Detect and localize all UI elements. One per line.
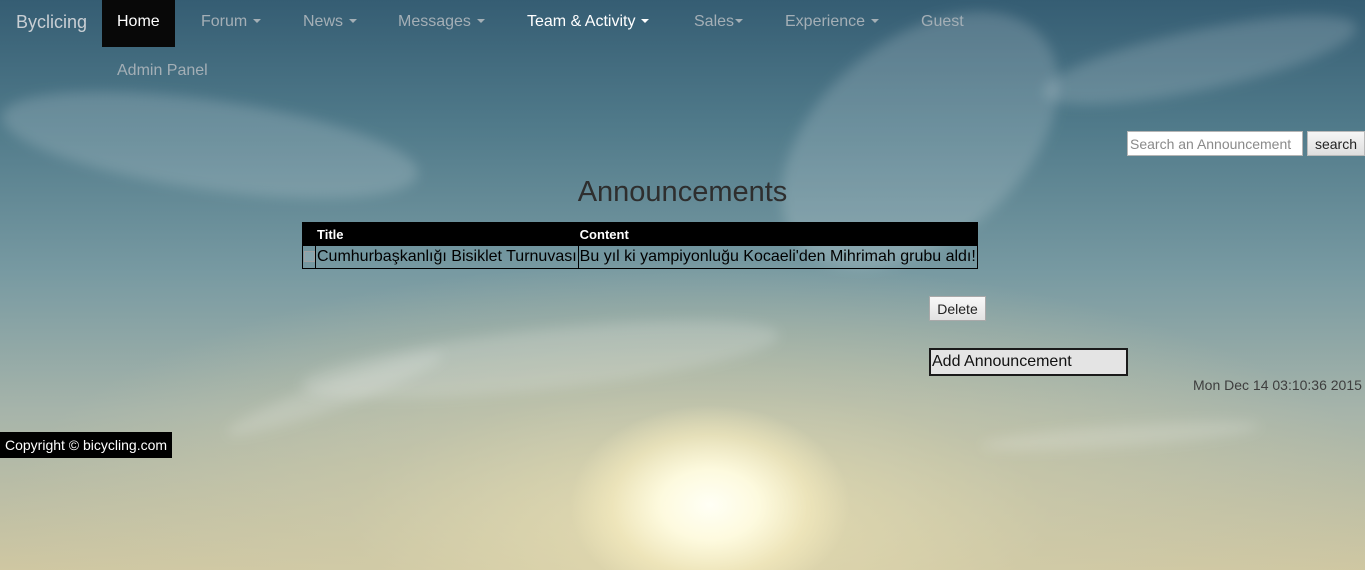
add-announcement-button[interactable]: Add Announcement: [929, 348, 1128, 376]
table-header-row: Title Content: [302, 222, 978, 246]
chevron-down-icon: [476, 18, 485, 23]
sky-cloud: [733, 0, 1107, 320]
nav-experience-label: Experience: [785, 13, 866, 30]
sky-cloud: [979, 415, 1261, 457]
nav-messages[interactable]: Messages: [398, 0, 485, 47]
nav-sales-label: Sales: [694, 13, 735, 30]
nav-experience[interactable]: Experience: [785, 0, 880, 47]
chevron-down-icon: [735, 18, 744, 23]
top-navbar: Byclicing Home Forum News Messages Team …: [0, 0, 1365, 47]
nav-forum-label: Forum: [201, 13, 248, 30]
nav-forum[interactable]: Forum: [201, 0, 262, 47]
chevron-down-icon: [349, 18, 358, 23]
chevron-down-icon: [641, 18, 650, 23]
nav-team-activity[interactable]: Team & Activity: [527, 0, 650, 47]
nav-home-label: Home: [117, 13, 160, 30]
brand-link[interactable]: Byclicing: [16, 0, 87, 47]
nav-admin-panel[interactable]: Admin Panel: [117, 62, 208, 80]
nav-home[interactable]: Home: [102, 0, 175, 47]
column-header-content: Content: [577, 222, 978, 246]
row-select-cell: [302, 245, 316, 269]
announcements-table: Title Content Cumhurbaşkanlığı Bisiklet …: [302, 222, 978, 269]
select-column-header: [302, 222, 316, 246]
timestamp: Mon Dec 14 03:10:36 2015: [1193, 377, 1362, 393]
row-content-cell: Bu yıl ki yampiyonluğu Kocaeli'den Mihri…: [577, 245, 978, 269]
nav-guest[interactable]: Guest: [921, 0, 964, 47]
sky-cloud: [298, 305, 782, 415]
row-checkbox[interactable]: [304, 251, 315, 263]
nav-sales[interactable]: Sales: [694, 0, 744, 47]
search-input[interactable]: [1127, 131, 1303, 156]
column-header-title: Title: [315, 222, 579, 246]
nav-team-activity-label: Team & Activity: [527, 13, 636, 30]
nav-messages-label: Messages: [398, 13, 471, 30]
chevron-down-icon: [253, 18, 262, 23]
chevron-down-icon: [871, 18, 880, 23]
delete-button[interactable]: Delete: [929, 296, 986, 321]
nav-news-label: News: [303, 13, 344, 30]
table-row: Cumhurbaşkanlığı Bisiklet Turnuvası Bu y…: [302, 245, 978, 269]
nav-news[interactable]: News: [303, 0, 358, 47]
search-button[interactable]: search: [1307, 131, 1365, 156]
nav-guest-label: Guest: [921, 13, 964, 30]
footer-copyright: Copyright © bicycling.com: [0, 432, 173, 458]
page-title: Announcements: [577, 176, 788, 208]
row-title-cell: Cumhurbaşkanlığı Bisiklet Turnuvası: [315, 245, 579, 269]
